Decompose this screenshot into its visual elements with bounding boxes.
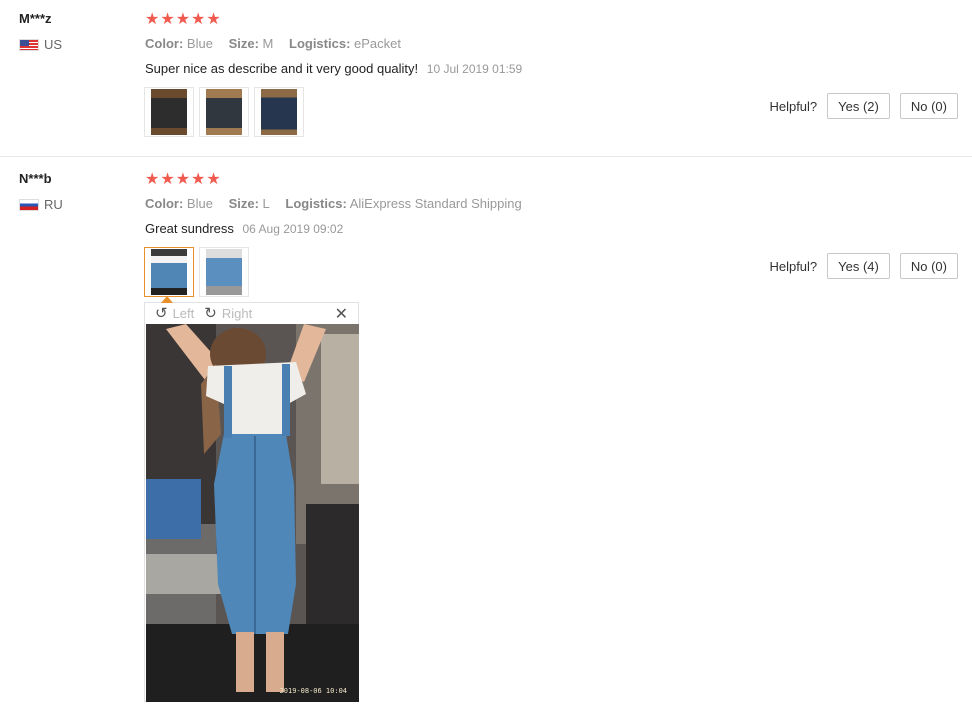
yes-button[interactable]: Yes (2) — [827, 93, 890, 119]
size-key: Size: — [228, 196, 259, 211]
review-date: 10 Jul 2019 01:59 — [426, 62, 523, 76]
yes-button[interactable]: Yes (4) — [827, 253, 890, 279]
review-photo-large: 2019-08-06 10:04 — [146, 324, 359, 702]
review-date: 06 Aug 2019 09:02 — [242, 222, 344, 236]
dress-photo — [151, 249, 187, 295]
size-value: M — [262, 36, 274, 51]
order-attributes: Color: Blue Size: M Logistics: ePacket — [145, 36, 413, 51]
dress-photo — [206, 249, 242, 295]
ru-flag-icon — [19, 198, 39, 211]
country-code: US — [44, 37, 63, 52]
us-flag-icon — [19, 38, 39, 51]
logistics-value: ePacket — [354, 36, 402, 51]
rotate-left-icon: ↺ — [155, 305, 168, 322]
rotate-right-icon: ↻ — [204, 305, 217, 322]
review-photos — [144, 247, 249, 297]
viewer-toolbar: ↺ Left ↻ Right ✕ — [145, 303, 358, 324]
review-item: N***b RU ★★★★★ Color: Blue Size: L Logis… — [0, 157, 972, 717]
rotate-left-label: Left — [172, 306, 195, 321]
close-icon[interactable]: ✕ — [335, 304, 348, 324]
dress-photo — [206, 89, 242, 135]
color-key: Color: — [145, 36, 184, 51]
review-body: Great sundress 06 Aug 2019 09:02 — [145, 221, 343, 236]
reviewer-country: US — [19, 37, 62, 52]
review-body: Super nice as describe and it very good … — [145, 61, 522, 76]
color-key: Color: — [145, 196, 184, 211]
dress-photo — [151, 89, 187, 135]
no-button[interactable]: No (0) — [899, 253, 958, 279]
order-attributes: Color: Blue Size: L Logistics: AliExpres… — [145, 196, 534, 211]
review-photo-thumbnail[interactable] — [254, 87, 304, 137]
star-rating: ★★★★★ — [145, 171, 222, 188]
photo-timestamp: 2019-08-06 10:04 — [279, 687, 347, 695]
reviewer-name: M***z — [19, 11, 52, 26]
helpful-vote: Helpful? Yes (2) No (0) — [769, 93, 958, 119]
review-text: Great sundress — [145, 221, 234, 236]
review-photos — [144, 87, 304, 137]
logistics-key: Logistics: — [289, 36, 351, 51]
logistics-value: AliExpress Standard Shipping — [349, 196, 522, 211]
rotate-right-button[interactable]: ↻ Right — [204, 306, 252, 321]
review-text: Super nice as describe and it very good … — [145, 61, 419, 76]
photo-viewer: ↺ Left ↻ Right ✕ 2019-08-06 10:04 — [144, 296, 359, 702]
helpful-label: Helpful? — [769, 98, 818, 114]
size-value: L — [262, 196, 270, 211]
rotate-left-button[interactable]: ↺ Left — [155, 306, 194, 321]
reviewer-name: N***b — [19, 171, 52, 186]
review-item: M***z US ★★★★★ Color: Blue Size: M Logis… — [0, 0, 972, 157]
color-value: Blue — [186, 196, 213, 211]
dress-photo-large — [146, 324, 359, 702]
size-key: Size: — [228, 36, 259, 51]
star-rating: ★★★★★ — [145, 11, 222, 28]
color-value: Blue — [186, 36, 213, 51]
review-photo-thumbnail[interactable] — [199, 87, 249, 137]
review-photo-thumbnail[interactable] — [199, 247, 249, 297]
viewer-pointer — [161, 296, 173, 303]
no-button[interactable]: No (0) — [899, 93, 958, 119]
reviewer-country: RU — [19, 197, 63, 212]
review-photo-thumbnail[interactable] — [144, 87, 194, 137]
helpful-label: Helpful? — [769, 258, 818, 274]
country-code: RU — [44, 197, 63, 212]
rotate-right-label: Right — [221, 306, 253, 321]
dress-photo — [261, 89, 297, 135]
review-photo-thumbnail-selected[interactable] — [144, 247, 194, 297]
helpful-vote: Helpful? Yes (4) No (0) — [769, 253, 958, 279]
logistics-key: Logistics: — [285, 196, 347, 211]
